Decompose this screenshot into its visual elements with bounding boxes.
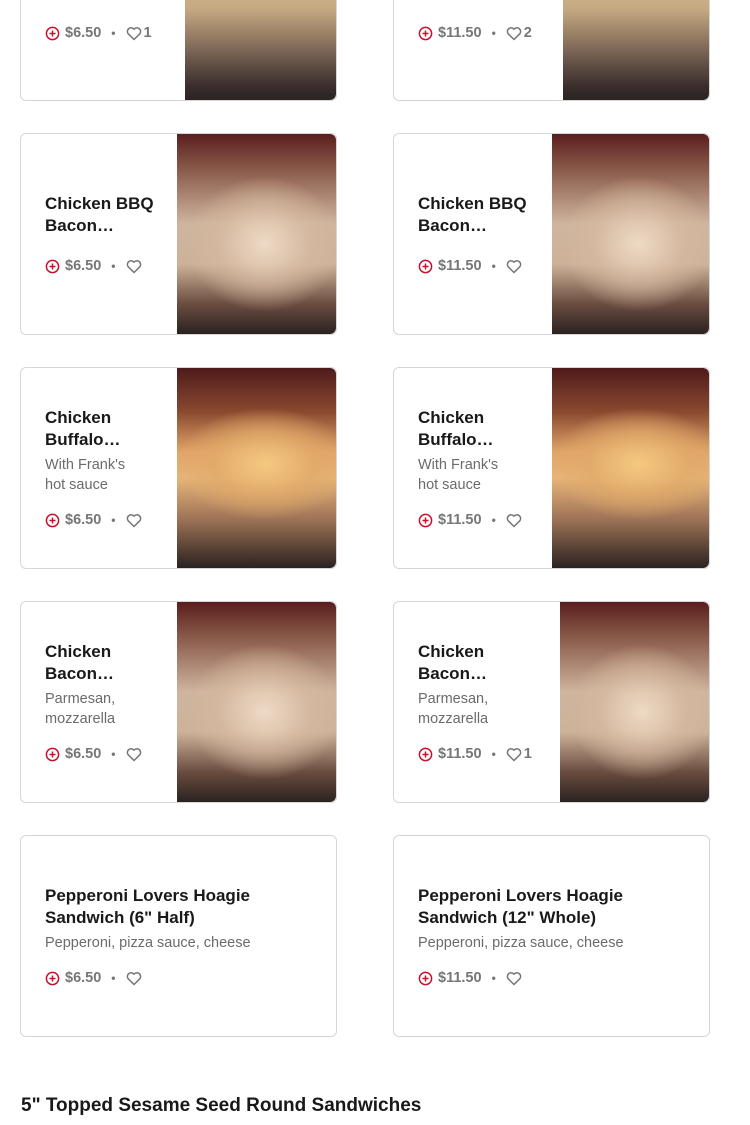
item-photo xyxy=(185,0,336,100)
item-description: Parmesan, mozzarella xyxy=(45,691,116,727)
heart-outline-icon[interactable] xyxy=(506,26,522,41)
menu-item-card[interactable]: $6.50 • 1 xyxy=(20,0,337,101)
item-price: $6.50 xyxy=(65,746,102,762)
item-photo xyxy=(560,602,709,802)
item-description: Pepperoni, pizza sauce, cheese xyxy=(418,935,624,951)
menu-item-card[interactable]: Chicken Buffalo… With Frank's hot sauce … xyxy=(20,367,337,569)
like-count: 2 xyxy=(523,25,532,41)
item-photo xyxy=(177,134,336,334)
item-description: Parmesan, mozzarella xyxy=(418,691,489,727)
item-meta: $11.50 • xyxy=(418,256,524,276)
add-circle-icon[interactable] xyxy=(418,971,433,986)
item-price: $11.50 xyxy=(438,258,482,274)
add-circle-icon[interactable] xyxy=(45,747,60,762)
item-meta: $6.50 • xyxy=(45,744,144,764)
menu-item-card[interactable]: Chicken Bacon… Parmesan, mozzarella $6.5… xyxy=(20,601,337,803)
item-meta: $11.50 • xyxy=(418,968,524,988)
add-circle-icon[interactable] xyxy=(45,26,60,41)
menu-item-card[interactable]: Pepperoni Lovers Hoagie Sandwich (12" Wh… xyxy=(393,835,710,1037)
like-count: 1 xyxy=(523,746,532,762)
meta-separator: • xyxy=(491,747,496,761)
meta-separator: • xyxy=(491,26,496,40)
item-description: With Frank's hot sauce xyxy=(45,457,126,493)
item-meta: $6.50 • xyxy=(45,968,144,988)
item-photo xyxy=(552,368,709,568)
add-circle-icon[interactable] xyxy=(45,259,60,274)
item-price: $11.50 xyxy=(438,746,482,762)
item-description: With Frank's hot sauce xyxy=(418,457,499,493)
heart-outline-icon[interactable] xyxy=(506,747,522,762)
item-title: Pepperoni Lovers Hoagie Sandwich (12" Wh… xyxy=(418,886,623,927)
item-title: Pepperoni Lovers Hoagie Sandwich (6" Hal… xyxy=(45,886,250,927)
item-photo xyxy=(177,602,336,802)
add-circle-icon[interactable] xyxy=(45,513,60,528)
item-title: Chicken BBQ Bacon… xyxy=(45,194,154,235)
item-price: $11.50 xyxy=(438,512,482,528)
item-photo xyxy=(177,368,336,568)
add-circle-icon[interactable] xyxy=(418,747,433,762)
menu-item-card[interactable]: $11.50 • 2 xyxy=(393,0,710,101)
meta-separator: • xyxy=(111,971,116,985)
menu-item-card[interactable]: Chicken Buffalo… With Frank's hot sauce … xyxy=(393,367,710,569)
meta-separator: • xyxy=(491,971,496,985)
heart-outline-icon[interactable] xyxy=(506,971,522,986)
heart-outline-icon[interactable] xyxy=(126,259,142,274)
item-price: $6.50 xyxy=(65,512,102,528)
item-price: $11.50 xyxy=(438,25,482,41)
add-circle-icon[interactable] xyxy=(418,513,433,528)
item-meta: $11.50 • 1 xyxy=(418,744,532,764)
item-price: $6.50 xyxy=(65,258,102,274)
item-description: Pepperoni, pizza sauce, cheese xyxy=(45,935,251,951)
menu-item-card[interactable]: Chicken BBQ Bacon… $11.50 • xyxy=(393,133,710,335)
heart-outline-icon[interactable] xyxy=(506,513,522,528)
item-title: Chicken Bacon… xyxy=(45,642,114,683)
item-title: Chicken Bacon… xyxy=(418,642,487,683)
heart-outline-icon[interactable] xyxy=(126,747,142,762)
menu-item-card[interactable]: Chicken Bacon… Parmesan, mozzarella $11.… xyxy=(393,601,710,803)
item-meta: $6.50 • xyxy=(45,256,144,276)
meta-separator: • xyxy=(491,259,496,273)
item-meta: $11.50 • 2 xyxy=(418,23,532,43)
item-title: Chicken Buffalo… xyxy=(418,408,494,449)
item-title: Chicken BBQ Bacon… xyxy=(418,194,527,235)
heart-outline-icon[interactable] xyxy=(126,26,142,41)
meta-separator: • xyxy=(111,513,116,527)
item-price: $6.50 xyxy=(65,970,102,986)
add-circle-icon[interactable] xyxy=(418,26,433,41)
meta-separator: • xyxy=(111,259,116,273)
menu-item-card[interactable]: Pepperoni Lovers Hoagie Sandwich (6" Hal… xyxy=(20,835,337,1037)
add-circle-icon[interactable] xyxy=(418,259,433,274)
like-count: 1 xyxy=(143,25,152,41)
menu-item-card[interactable]: Chicken BBQ Bacon… $6.50 • xyxy=(20,133,337,335)
item-price: $6.50 xyxy=(65,25,102,41)
meta-separator: • xyxy=(491,513,496,527)
add-circle-icon[interactable] xyxy=(45,971,60,986)
item-price: $11.50 xyxy=(438,970,482,986)
heart-outline-icon[interactable] xyxy=(126,971,142,986)
item-photo xyxy=(552,134,709,334)
item-title: Chicken Buffalo… xyxy=(45,408,121,449)
item-meta: $11.50 • xyxy=(418,510,524,530)
heart-outline-icon[interactable] xyxy=(126,513,142,528)
meta-separator: • xyxy=(111,26,116,40)
item-photo xyxy=(563,0,709,100)
heart-outline-icon[interactable] xyxy=(506,259,522,274)
section-title: 5" Topped Sesame Seed Round Sandwiches xyxy=(21,1095,422,1116)
item-meta: $6.50 • xyxy=(45,510,144,530)
meta-separator: • xyxy=(111,747,116,761)
item-meta: $6.50 • 1 xyxy=(45,23,152,43)
